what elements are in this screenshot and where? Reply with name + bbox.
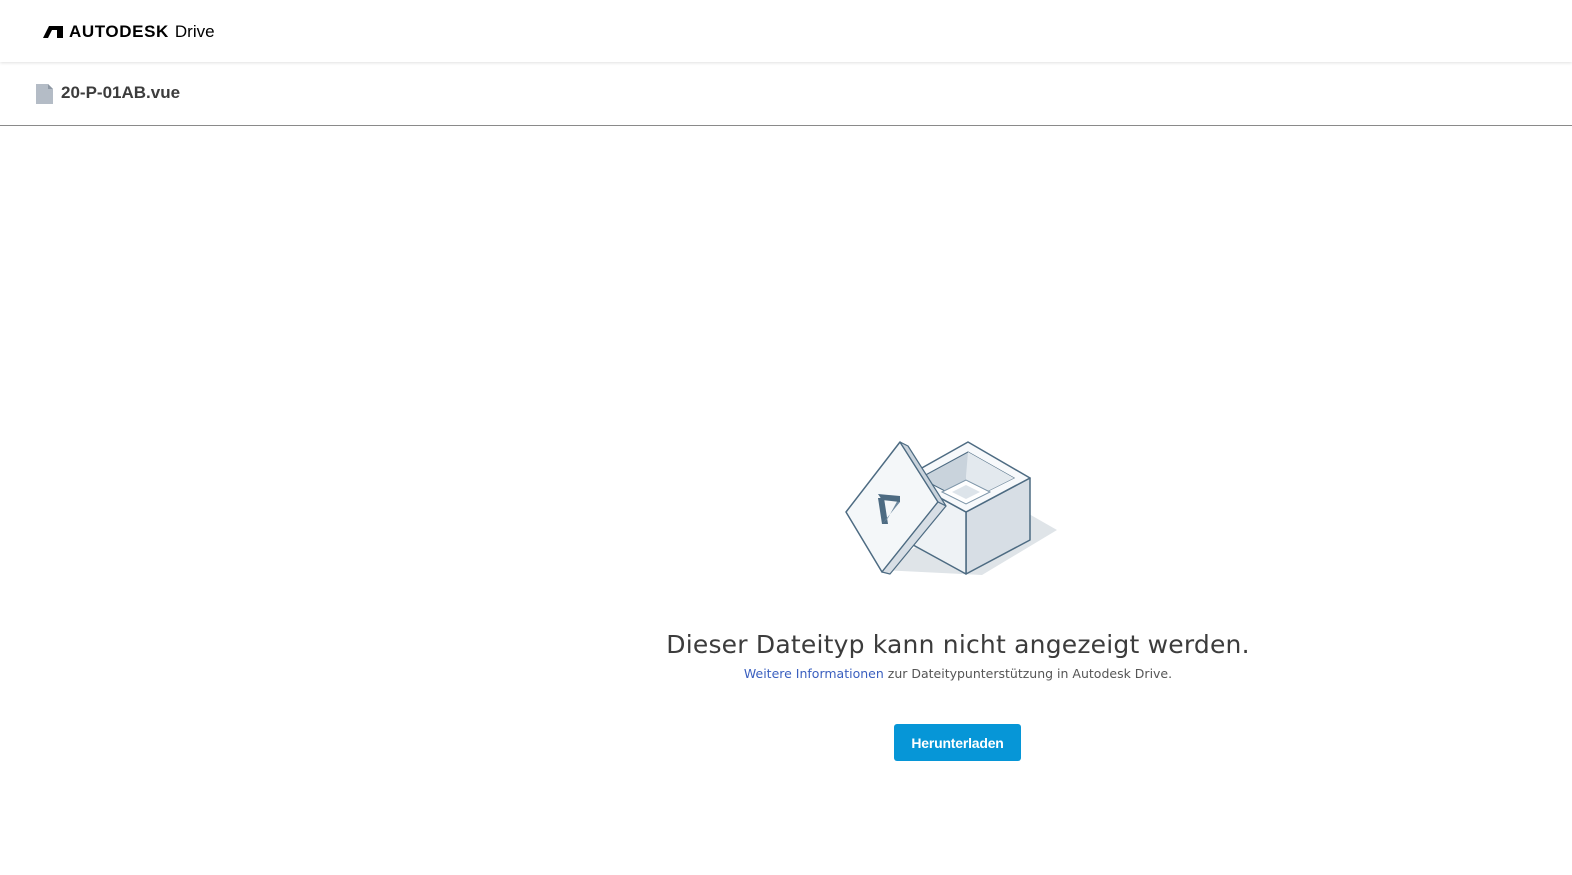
file-support-info-text: zur Dateitypunterstützung in Autodesk Dr… [883,666,1173,681]
brand-logo[interactable]: AUTODESK Drive [43,20,215,44]
file-name: 20-P-01AB.vue [61,83,181,102]
file-icon [36,84,53,104]
top-bar: AUTODESK Drive [0,0,1572,62]
product-name: Drive [174,22,215,41]
file-support-info: Weitere Informationen zur Dateitypunters… [0,666,1572,681]
autodesk-logo-icon [43,26,63,38]
more-info-link[interactable]: Weitere Informationen [744,666,884,681]
brand-name: AUTODESK [69,22,169,41]
download-button[interactable]: Herunterladen [894,724,1021,761]
open-box-illustration [845,441,1057,575]
file-title-bar: 20-P-01AB.vue [0,62,1572,126]
viewer-content: Dieser Dateityp kann nicht angezeigt wer… [0,127,1572,875]
unsupported-file-message: Dieser Dateityp kann nicht angezeigt wer… [666,630,1250,659]
